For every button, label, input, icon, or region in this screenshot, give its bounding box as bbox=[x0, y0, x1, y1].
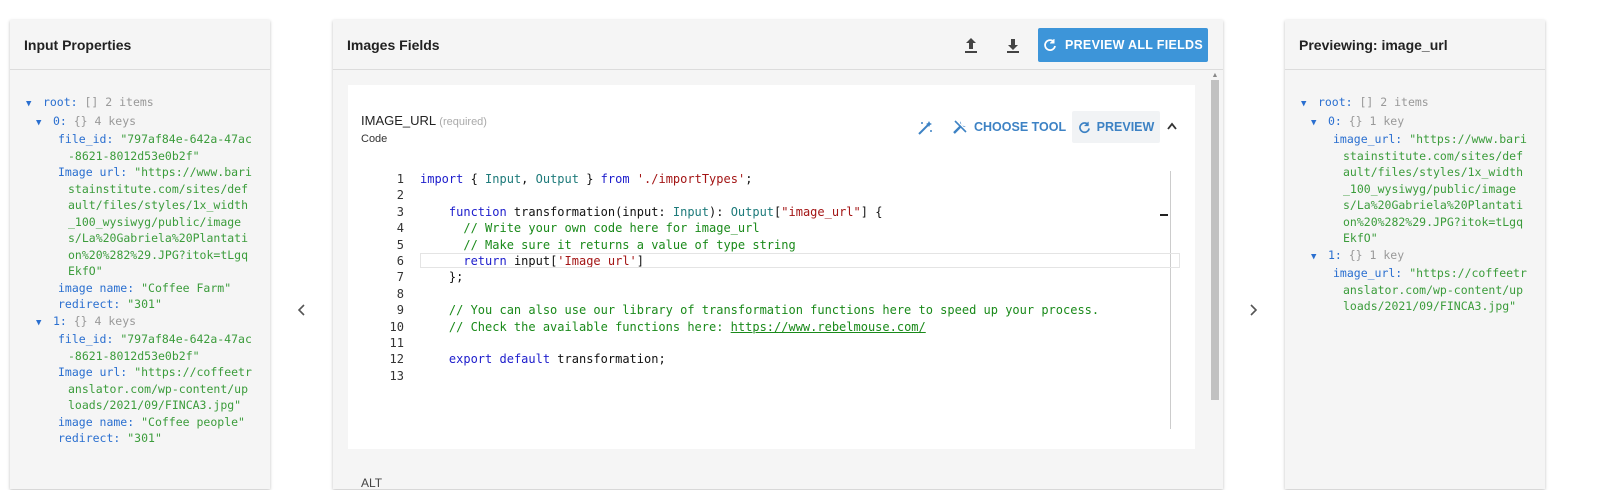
magic-wand-icon[interactable] bbox=[916, 119, 934, 137]
tree-node[interactable]: ▼ 1: {} 4 keys bbox=[26, 313, 270, 332]
code-line: 7 }; bbox=[396, 270, 464, 285]
tree-field: file_id: "797af84e-642a-47ac-8621-8012d5… bbox=[58, 332, 252, 363]
images-fields-panel: Images Fields PREVIEW ALL FIELDS ▲ IMAGE… bbox=[333, 20, 1223, 490]
expand-triangle-icon[interactable]: ▼ bbox=[36, 115, 46, 132]
preview-panel: Previewing: image_url ▼ root: [] 2 items… bbox=[1285, 20, 1545, 489]
tree-field: file_id: "797af84e-642a-47ac-8621-8012d5… bbox=[58, 132, 252, 163]
minimap-marker bbox=[1160, 214, 1168, 216]
tree-field: image name: "Coffee people" bbox=[58, 414, 245, 429]
current-line-highlight bbox=[420, 253, 1180, 268]
field-title: IMAGE_URL (required) bbox=[361, 113, 487, 128]
tree-field: image_url: "https://www.baristainstitute… bbox=[1333, 132, 1527, 245]
tree-field: image name: "Coffee Farm" bbox=[58, 280, 232, 295]
scroll-up-arrow-icon[interactable]: ▲ bbox=[1211, 72, 1219, 80]
preview-button[interactable]: PREVIEW bbox=[1072, 111, 1160, 143]
upload-icon[interactable] bbox=[963, 30, 979, 65]
code-line: 11 bbox=[389, 335, 404, 350]
tools-icon bbox=[953, 120, 967, 134]
code-line: 10 // Check the available functions here… bbox=[389, 319, 926, 335]
tree-root[interactable]: ▼ root: [] 2 items bbox=[26, 94, 270, 113]
code-line: 8 bbox=[396, 286, 404, 301]
panel-title: Input Properties bbox=[10, 20, 270, 70]
tree-root[interactable]: ▼ root: [] 2 items bbox=[1301, 94, 1545, 113]
next-field-title: ALT bbox=[361, 476, 383, 490]
code-line: 13 bbox=[389, 368, 404, 383]
input-properties-panel: Input Properties ▼ root: [] 2 items ▼ 0:… bbox=[10, 20, 270, 489]
preview-all-fields-button[interactable]: PREVIEW ALL FIELDS bbox=[1038, 28, 1208, 62]
code-line: 2 bbox=[396, 188, 404, 203]
chevron-up-icon[interactable] bbox=[1166, 121, 1178, 131]
code-editor[interactable]: 1 import { Input, Output } from './impor… bbox=[378, 171, 1180, 429]
rebelmouse-link[interactable]: https://www.rebelmouse.com/ bbox=[731, 319, 926, 335]
download-icon[interactable] bbox=[1005, 30, 1021, 65]
field-card-image-url: IMAGE_URL (required) Code CHOOSE TOOL PR… bbox=[348, 85, 1195, 449]
vertical-scrollbar[interactable] bbox=[1211, 80, 1219, 400]
tree-node[interactable]: ▼ 0: {} 4 keys bbox=[26, 113, 270, 132]
tree-field: Image url: "https://coffeetranslator.com… bbox=[58, 365, 252, 412]
expand-triangle-icon[interactable]: ▼ bbox=[26, 96, 36, 113]
tree-field: Image url: "https://www.baristainstitute… bbox=[58, 165, 252, 278]
code-line: 1 import { Input, Output } from './impor… bbox=[396, 172, 753, 186]
code-line: 12 export default transformation; bbox=[389, 352, 666, 367]
code-line: 3 function transformation(input: Input):… bbox=[396, 204, 883, 219]
tree-field: redirect: "301" bbox=[58, 431, 162, 445]
tree-node[interactable]: ▼ 1: {} 1 key bbox=[1301, 247, 1545, 266]
chevron-right-icon[interactable] bbox=[1247, 300, 1259, 323]
chevron-left-icon[interactable] bbox=[296, 300, 308, 323]
choose-tool-button[interactable]: CHOOSE TOOL bbox=[952, 119, 1066, 135]
tree-node[interactable]: ▼ 0: {} 1 key bbox=[1301, 113, 1545, 132]
expand-triangle-icon[interactable]: ▼ bbox=[1311, 249, 1321, 266]
refresh-icon bbox=[1078, 121, 1090, 133]
code-line: 5 // Make sure it returns a value of typ… bbox=[396, 237, 796, 252]
tree-field: image_url: "https://coffeetranslator.com… bbox=[1333, 266, 1527, 313]
code-line: 9 // You can also use our library of tra… bbox=[396, 303, 1100, 318]
expand-triangle-icon[interactable]: ▼ bbox=[1301, 96, 1311, 113]
field-type: Code bbox=[361, 133, 388, 145]
code-line: 4 // Write your own code here for image_… bbox=[396, 221, 760, 236]
tree-field: redirect: "301" bbox=[58, 297, 162, 311]
json-tree: ▼ root: [] 2 items ▼ 0: {} 1 key image_u… bbox=[1285, 70, 1545, 315]
json-tree: ▼ root: [] 2 items ▼ 0: {} 4 keys file_i… bbox=[10, 70, 270, 447]
expand-triangle-icon[interactable]: ▼ bbox=[36, 315, 46, 332]
refresh-icon bbox=[1044, 39, 1056, 51]
panel-title: Previewing: image_url bbox=[1285, 20, 1545, 70]
expand-triangle-icon[interactable]: ▼ bbox=[1311, 115, 1321, 132]
